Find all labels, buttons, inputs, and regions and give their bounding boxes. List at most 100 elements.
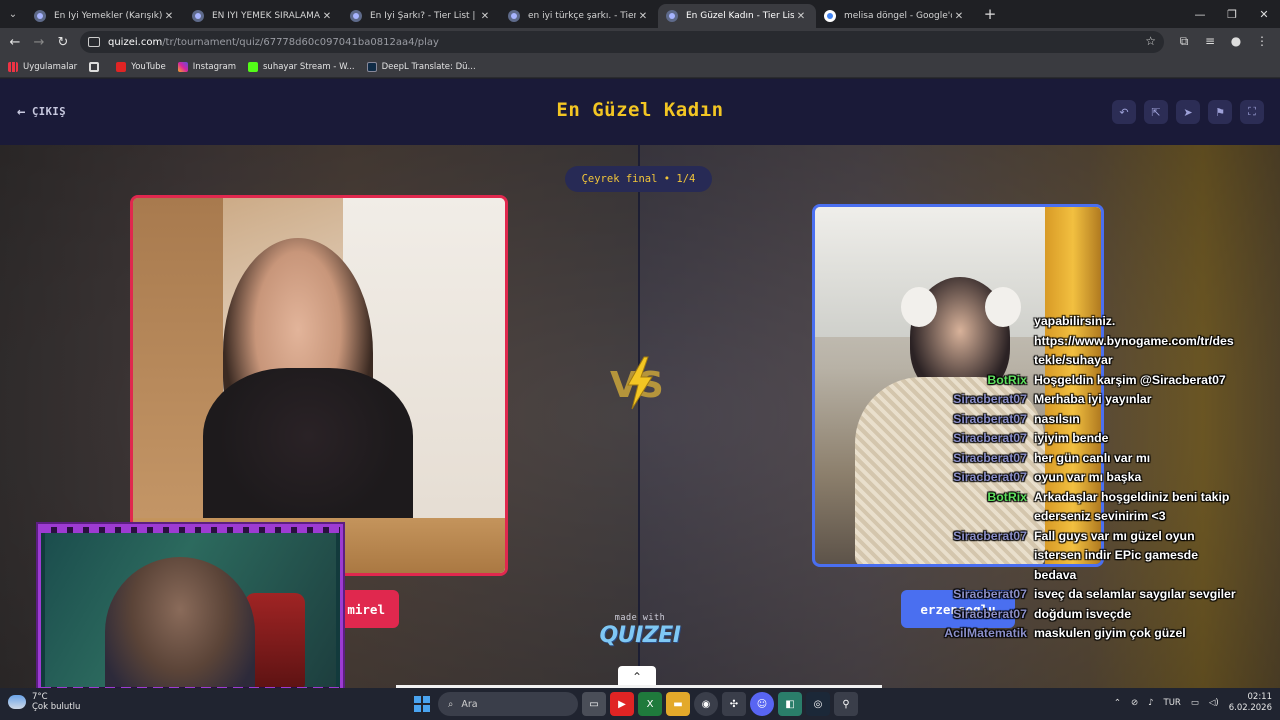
left-contestant-name: mirel <box>347 601 385 617</box>
bookmark-instagram[interactable]: Instagram <box>177 61 236 72</box>
chat-username: Siracberat07 <box>953 392 1027 406</box>
share-icon[interactable]: ⇱ <box>1144 100 1168 124</box>
chat-text: Arkadaşlar hoşgeldiniz beni takip <box>1034 489 1230 504</box>
address-toolbar: ← → ↻ quizei.com/tr/tournament/quiz/6777… <box>0 28 1280 56</box>
discord-icon[interactable]: ☺ <box>750 692 774 716</box>
webcam-overlay <box>38 524 343 696</box>
bookmark-label: suhayar Stream - W... <box>263 61 355 72</box>
chat-username <box>940 312 1033 332</box>
network-app-icon[interactable]: ✣ <box>722 692 746 716</box>
microphone-icon[interactable]: ♪ <box>1148 698 1153 708</box>
weather-widget[interactable]: 7°C Çok bulutlu <box>8 692 80 712</box>
chat-message: BotRix Hoşgeldin karşim @Siracberat07 <box>940 371 1240 391</box>
bookmark-apps[interactable]: Uygulamalar <box>8 61 78 72</box>
reload-icon[interactable]: ↻ <box>51 35 75 50</box>
flag-icon[interactable]: ⚑ <box>1208 100 1232 124</box>
back-icon[interactable]: ← <box>3 35 27 50</box>
instagram-icon <box>177 61 188 72</box>
chat-username: Siracberat07 <box>953 431 1027 445</box>
dress-shape <box>203 368 413 538</box>
fullscreen-icon[interactable]: ⛶ <box>1240 100 1264 124</box>
search-label: Ara <box>461 698 478 710</box>
network-icon[interactable]: ⊘ <box>1131 698 1138 708</box>
chat-message: Siracberat07 doğdum isveçde <box>940 605 1240 625</box>
quizei-logo: QUIZEI <box>599 623 681 648</box>
send-icon[interactable]: ➤ <box>1176 100 1200 124</box>
bookmark-label: Uygulamalar <box>23 61 78 72</box>
browser-tab[interactable]: En İyi Şarkı? - Tier List | Kör Sıra✕ <box>342 4 500 28</box>
media-icon[interactable]: ≡ <box>1202 34 1218 49</box>
chat-text: doğdum isveçde <box>1034 606 1132 621</box>
chat-text: Merhaba iyi yayınlar <box>1034 392 1152 406</box>
bookmark-star-icon[interactable]: ☆ <box>1145 34 1156 48</box>
chat-message: BotRix Arkadaşlar hoşgeldiniz beni takip <box>940 488 1240 508</box>
profile-icon[interactable]: ● <box>1228 34 1244 49</box>
chat-username: AcilMatematik <box>944 626 1027 640</box>
bookmark-youtube[interactable]: YouTube <box>116 61 166 72</box>
windows-start-icon[interactable] <box>410 692 434 716</box>
extensions-icon[interactable]: ⧉ <box>1176 34 1192 49</box>
clock[interactable]: 02:11 6.02.2026 <box>1229 692 1272 714</box>
chevron-up-tray-icon[interactable]: ⌃ <box>1114 698 1121 708</box>
undo-icon[interactable]: ↶ <box>1112 100 1136 124</box>
chat-username <box>940 351 1033 371</box>
language-indicator[interactable]: TUR <box>1164 698 1181 708</box>
chat-message: Siracberat07 iyiyim bende <box>940 429 1240 449</box>
volume-icon[interactable]: ◁) <box>1209 698 1219 708</box>
made-with-badge[interactable]: made with QUIZEI <box>598 613 682 648</box>
url-bar[interactable]: quizei.com/tr/tournament/quiz/67778d60c0… <box>80 31 1164 53</box>
left-contestant-image[interactable] <box>130 195 508 576</box>
close-tab-icon[interactable]: ✕ <box>952 11 966 22</box>
taskbar: 7°C Çok bulutlu ⌕ Ara ▭ ▶ X ▬ ◉ ✣ ☺ ◧ ◎ ⚲ … <box>0 688 1280 720</box>
display-icon[interactable]: ▭ <box>1191 698 1199 708</box>
close-tab-icon[interactable]: ✕ <box>162 11 176 22</box>
bookmark-label: Instagram <box>192 61 236 72</box>
taskbar-search[interactable]: ⌕ Ara <box>438 692 578 716</box>
maps-pin-icon[interactable]: ⚲ <box>834 692 858 716</box>
close-tab-icon[interactable]: ✕ <box>320 11 334 22</box>
close-window-icon[interactable]: ✕ <box>1248 0 1280 28</box>
new-tab-button[interactable]: + <box>978 5 1002 23</box>
maximize-icon[interactable]: ❐ <box>1216 0 1248 28</box>
tab-title: En Güzel Kadın - Tier List, Kör S <box>686 11 794 21</box>
tab-title: en iyi türkçe şarkı. - Tier List, Kö <box>528 11 636 21</box>
tab-title: EN İYİ YEMEK SIRALAMASI (TÜ <box>212 11 320 21</box>
browser-tab-active[interactable]: En Güzel Kadın - Tier List, Kör S✕ <box>658 4 816 28</box>
close-tab-icon[interactable]: ✕ <box>794 11 808 22</box>
chrome-icon[interactable]: ◉ <box>694 692 718 716</box>
chat-text: ederseniz sevinirim <3 <box>1034 509 1166 523</box>
chat-message: istersen indir EPic gamesde <box>940 546 1240 566</box>
chat-username: BotRix <box>987 372 1027 387</box>
bookmark-deepl[interactable]: DeepL Translate: Dü... <box>366 61 476 72</box>
browser-tab[interactable]: EN İYİ YEMEK SIRALAMASI (TÜ✕ <box>184 4 342 28</box>
minimize-icon[interactable]: — <box>1184 0 1216 28</box>
chat-message: AcilMatematik maskulen giyim çok güzel <box>940 624 1240 644</box>
clock-time: 02:11 <box>1247 692 1273 702</box>
browser-tab[interactable]: en iyi türkçe şarkı. - Tier List, Kö✕ <box>500 4 658 28</box>
close-tab-icon[interactable]: ✕ <box>636 11 650 22</box>
youtube-app-icon[interactable]: ▶ <box>610 692 634 716</box>
chat-text: https://www.bynogame.com/tr/des <box>1034 333 1234 348</box>
forward-icon[interactable]: → <box>27 35 51 50</box>
chat-message: Siracberat07 isveç da selamlar saygılar s… <box>940 585 1240 605</box>
center-divider <box>638 145 640 688</box>
menu-icon[interactable]: ⋮ <box>1254 34 1270 49</box>
chat-message: Siracberat07 oyun var mı başka <box>940 468 1240 488</box>
chat-message: yapabilirsiniz. <box>940 312 1240 332</box>
steam-icon[interactable]: ◎ <box>806 692 830 716</box>
favicon-icon <box>666 10 678 22</box>
url-domain: quizei.com <box>108 36 163 48</box>
streamer-shape <box>105 557 255 693</box>
game-app-icon[interactable]: ◧ <box>778 692 802 716</box>
webcam-frame-top <box>41 527 340 533</box>
browser-tab[interactable]: melisa döngel - Google'da Ara✕ <box>816 4 974 28</box>
browser-tab[interactable]: En İyi Yemekler (Karışık) - Tier L✕ <box>26 4 184 28</box>
file-explorer-icon[interactable]: ▬ <box>666 692 690 716</box>
task-view-icon[interactable]: ▭ <box>582 692 606 716</box>
tab-search-icon[interactable]: ⌄ <box>0 0 26 28</box>
close-tab-icon[interactable]: ✕ <box>478 11 492 22</box>
bookmark-grid[interactable] <box>89 61 104 72</box>
bookmark-kick[interactable]: suhayar Stream - W... <box>248 61 355 72</box>
site-info-icon[interactable] <box>88 37 100 47</box>
excel-icon[interactable]: X <box>638 692 662 716</box>
